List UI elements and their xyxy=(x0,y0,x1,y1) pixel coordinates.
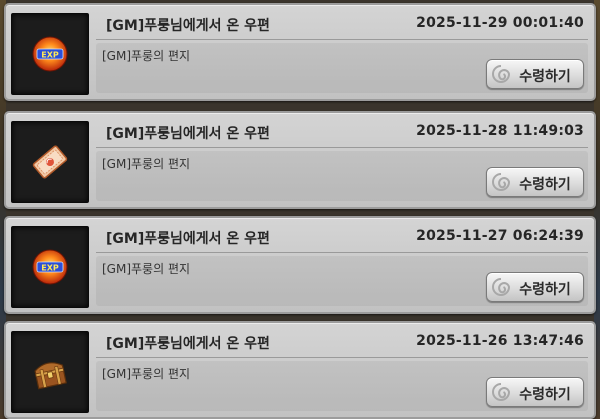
claim-button-label: 수령하기 xyxy=(519,282,571,298)
mail-body: [GM]푸룽의 편지 xyxy=(102,367,191,381)
mail-header: [GM]푸룽님에게서 온 우편 2025-11-26 13:47:46 xyxy=(96,329,588,358)
mail-title: [GM]푸룽님에게서 온 우편 xyxy=(106,126,270,142)
item-icon-slot: EXP xyxy=(11,13,89,95)
claim-button[interactable]: 수령하기 xyxy=(486,59,584,89)
item-icon-slot: EXP xyxy=(11,226,89,308)
claim-button-label: 수령하기 xyxy=(519,177,571,193)
mail-content: [GM]푸룽의 편지 수령하기 xyxy=(96,361,588,411)
mail-timestamp: 2025-11-26 13:47:46 xyxy=(416,333,584,349)
treasure-chest-icon xyxy=(34,362,67,390)
ticket-coupon-icon xyxy=(32,145,68,179)
mail-item: EXP [GM]푸룽님에게서 온 우편 2025-11-29 00:01:40 … xyxy=(4,3,596,101)
exp-orb-icon: EXP xyxy=(32,36,68,72)
mail-header: [GM]푸룽님에게서 온 우편 2025-11-27 06:24:39 xyxy=(96,224,588,253)
claim-button[interactable]: 수령하기 xyxy=(486,167,584,197)
mail-content: [GM]푸룽의 편지 수령하기 xyxy=(96,43,588,93)
claim-button[interactable]: 수령하기 xyxy=(486,377,584,407)
exp-orb-label: EXP xyxy=(41,264,59,273)
mail-title: [GM]푸룽님에게서 온 우편 xyxy=(106,18,270,34)
claim-button-label: 수령하기 xyxy=(519,69,571,85)
item-icon-slot xyxy=(11,121,89,203)
mail-header: [GM]푸룽님에게서 온 우편 2025-11-28 11:49:03 xyxy=(96,119,588,148)
mail-title: [GM]푸룽님에게서 온 우편 xyxy=(106,231,270,247)
exp-orb-icon: EXP xyxy=(32,249,68,285)
mail-body: [GM]푸룽의 편지 xyxy=(102,157,191,171)
swirl-icon xyxy=(492,65,511,83)
mail-body: [GM]푸룽의 편지 xyxy=(102,262,191,276)
mail-list: EXP [GM]푸룽님에게서 온 우편 2025-11-29 00:01:40 … xyxy=(0,0,600,419)
mail-content: [GM]푸룽의 편지 수령하기 xyxy=(96,256,588,306)
mail-timestamp: 2025-11-27 06:24:39 xyxy=(416,228,584,244)
mail-body: [GM]푸룽의 편지 xyxy=(102,49,191,63)
mail-content: [GM]푸룽의 편지 수령하기 xyxy=(96,151,588,201)
claim-button[interactable]: 수령하기 xyxy=(486,272,584,302)
exp-orb-label: EXP xyxy=(41,51,59,60)
swirl-icon xyxy=(492,173,511,191)
mail-title: [GM]푸룽님에게서 온 우편 xyxy=(106,336,270,352)
swirl-icon xyxy=(492,383,511,401)
mail-timestamp: 2025-11-29 00:01:40 xyxy=(416,15,584,31)
mail-item: EXP [GM]푸룽님에게서 온 우편 2025-11-27 06:24:39 … xyxy=(4,216,596,314)
mail-item: [GM]푸룽님에게서 온 우편 2025-11-26 13:47:46 [GM]… xyxy=(4,321,596,419)
claim-button-label: 수령하기 xyxy=(519,387,571,403)
swirl-icon xyxy=(492,278,511,296)
mail-timestamp: 2025-11-28 11:49:03 xyxy=(416,123,584,139)
mail-item: [GM]푸룽님에게서 온 우편 2025-11-28 11:49:03 [GM]… xyxy=(4,111,596,209)
item-icon-slot xyxy=(11,331,89,413)
mail-header: [GM]푸룽님에게서 온 우편 2025-11-29 00:01:40 xyxy=(96,11,588,40)
